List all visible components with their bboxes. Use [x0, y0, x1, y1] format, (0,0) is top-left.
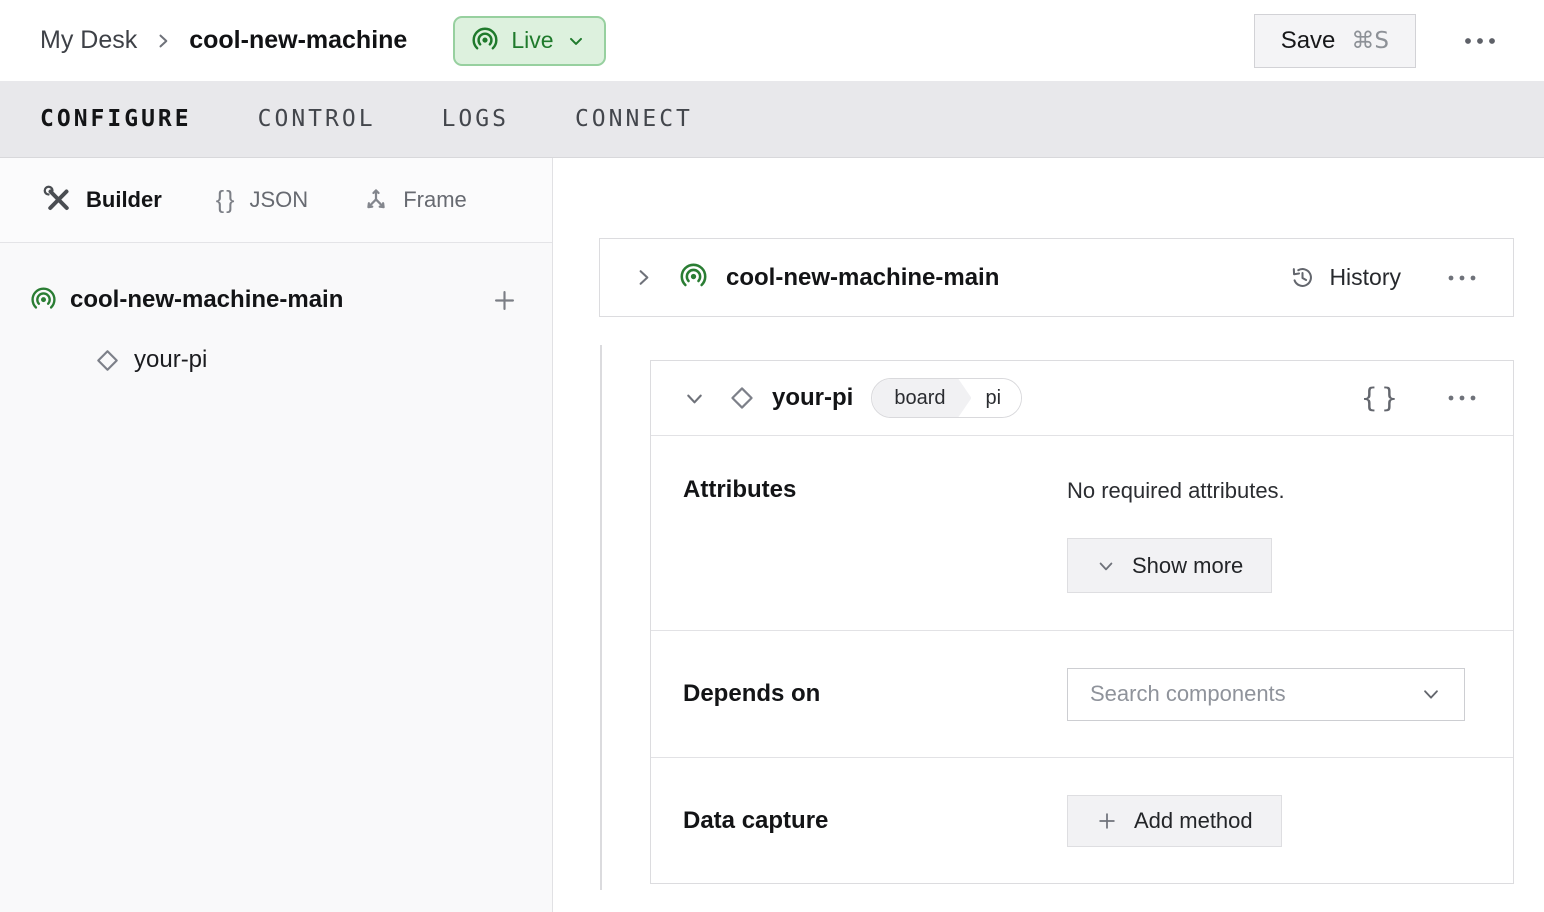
component-card-header: your-pi board pi {}	[651, 361, 1513, 435]
show-more-button[interactable]: Show more	[1067, 538, 1273, 593]
tree-item-your-pi[interactable]: your-pi	[30, 337, 522, 383]
top-bar: My Desk cool-new-machine Live Save ⌘S	[0, 0, 1544, 81]
breadcrumb: My Desk cool-new-machine	[40, 26, 407, 55]
chevron-down-icon	[1420, 683, 1442, 705]
view-tab-builder[interactable]: Builder	[43, 185, 162, 215]
tree-item-machine-main-label: cool-new-machine-main	[70, 286, 344, 313]
tree-item-machine-main[interactable]: cool-new-machine-main	[30, 277, 522, 323]
plus-icon	[494, 290, 515, 310]
depends-on-label: Depends on	[683, 680, 821, 707]
expand-machine-card-button[interactable]	[630, 264, 657, 291]
tree-item-your-pi-label: your-pi	[134, 346, 208, 373]
data-capture-label: Data capture	[683, 806, 829, 834]
collapse-component-card-button[interactable]	[681, 385, 708, 412]
chevron-right-icon	[153, 31, 173, 51]
attributes-section: Attributes No required attributes. Show …	[651, 435, 1513, 630]
ellipsis-icon	[1465, 37, 1495, 44]
tab-connect[interactable]: CONNECT	[575, 106, 693, 132]
chevron-down-icon	[566, 31, 586, 51]
search-components-input[interactable]	[1090, 681, 1420, 707]
config-content: cool-new-machine-main History your-pi bo…	[553, 158, 1544, 912]
history-clock-icon	[1289, 264, 1316, 291]
component-type-badge: board pi	[871, 378, 1023, 418]
braces-icon: {}	[215, 185, 237, 214]
component-diamond-icon	[728, 384, 756, 412]
broadcast-icon	[30, 287, 57, 314]
indent-guide-line	[600, 345, 602, 890]
tools-icon	[43, 185, 73, 215]
view-tab-frame[interactable]: Frame	[362, 186, 467, 214]
breadcrumb-my-desk[interactable]: My Desk	[40, 26, 137, 55]
component-diamond-icon	[94, 347, 121, 374]
view-tab-builder-label: Builder	[86, 187, 162, 212]
save-button[interactable]: Save ⌘S	[1253, 13, 1416, 68]
sidebar-view-tabs: Builder {} JSON Frame	[0, 158, 552, 243]
page-tabs: CONFIGURE CONTROL LOGS CONNECT	[0, 81, 1544, 158]
save-button-label: Save	[1280, 26, 1336, 54]
machine-menu-button[interactable]	[1456, 30, 1504, 52]
tab-logs[interactable]: LOGS	[442, 106, 509, 132]
chevron-down-icon	[1096, 556, 1116, 576]
live-status-label: Live	[511, 27, 554, 53]
frame-axes-icon	[362, 186, 390, 214]
badge-model: pi	[971, 379, 1022, 417]
view-tab-json-label: JSON	[249, 187, 309, 212]
attributes-empty-text: No required attributes.	[1067, 478, 1285, 503]
tab-configure[interactable]: CONFIGURE	[40, 106, 192, 132]
component-tree: cool-new-machine-main your-pi	[0, 243, 552, 383]
attributes-label: Attributes	[683, 476, 797, 503]
machine-part-menu-button[interactable]	[1441, 268, 1483, 288]
component-title: your-pi	[772, 384, 854, 411]
badge-type: board	[872, 379, 971, 417]
ellipsis-icon	[1448, 275, 1476, 280]
machine-part-title: cool-new-machine-main	[726, 263, 1000, 291]
tab-control[interactable]: CONTROL	[258, 106, 376, 132]
broadcast-icon	[679, 263, 708, 292]
chevron-right-icon	[639, 270, 649, 285]
view-tab-frame-label: Frame	[403, 187, 467, 212]
depends-on-section: Depends on	[651, 630, 1513, 757]
plus-icon	[1096, 810, 1118, 832]
add-component-button[interactable]	[487, 283, 522, 318]
view-tab-json[interactable]: {} JSON	[216, 186, 308, 215]
live-status-dropdown[interactable]: Live	[453, 15, 606, 66]
save-shortcut: ⌘S	[1351, 27, 1389, 54]
show-more-label: Show more	[1132, 552, 1244, 578]
broadcast-icon	[471, 27, 499, 55]
data-capture-section: Data capture Add method	[651, 757, 1513, 883]
component-card: your-pi board pi {} Attributes No requir…	[650, 360, 1514, 884]
history-button[interactable]: History	[1289, 264, 1401, 291]
history-button-label: History	[1329, 264, 1401, 290]
machine-name: cool-new-machine	[189, 26, 408, 54]
depends-on-select[interactable]	[1067, 667, 1465, 721]
add-method-button[interactable]: Add method	[1067, 794, 1282, 847]
machine-part-card: cool-new-machine-main History	[599, 238, 1514, 317]
component-menu-button[interactable]	[1441, 388, 1483, 408]
ellipsis-icon	[1448, 395, 1476, 401]
config-sidebar: Builder {} JSON Frame cool-new-machine-m…	[0, 158, 553, 912]
chevron-down-icon	[687, 394, 702, 403]
add-method-label: Add method	[1134, 807, 1253, 833]
component-json-button[interactable]: {}	[1361, 383, 1401, 414]
